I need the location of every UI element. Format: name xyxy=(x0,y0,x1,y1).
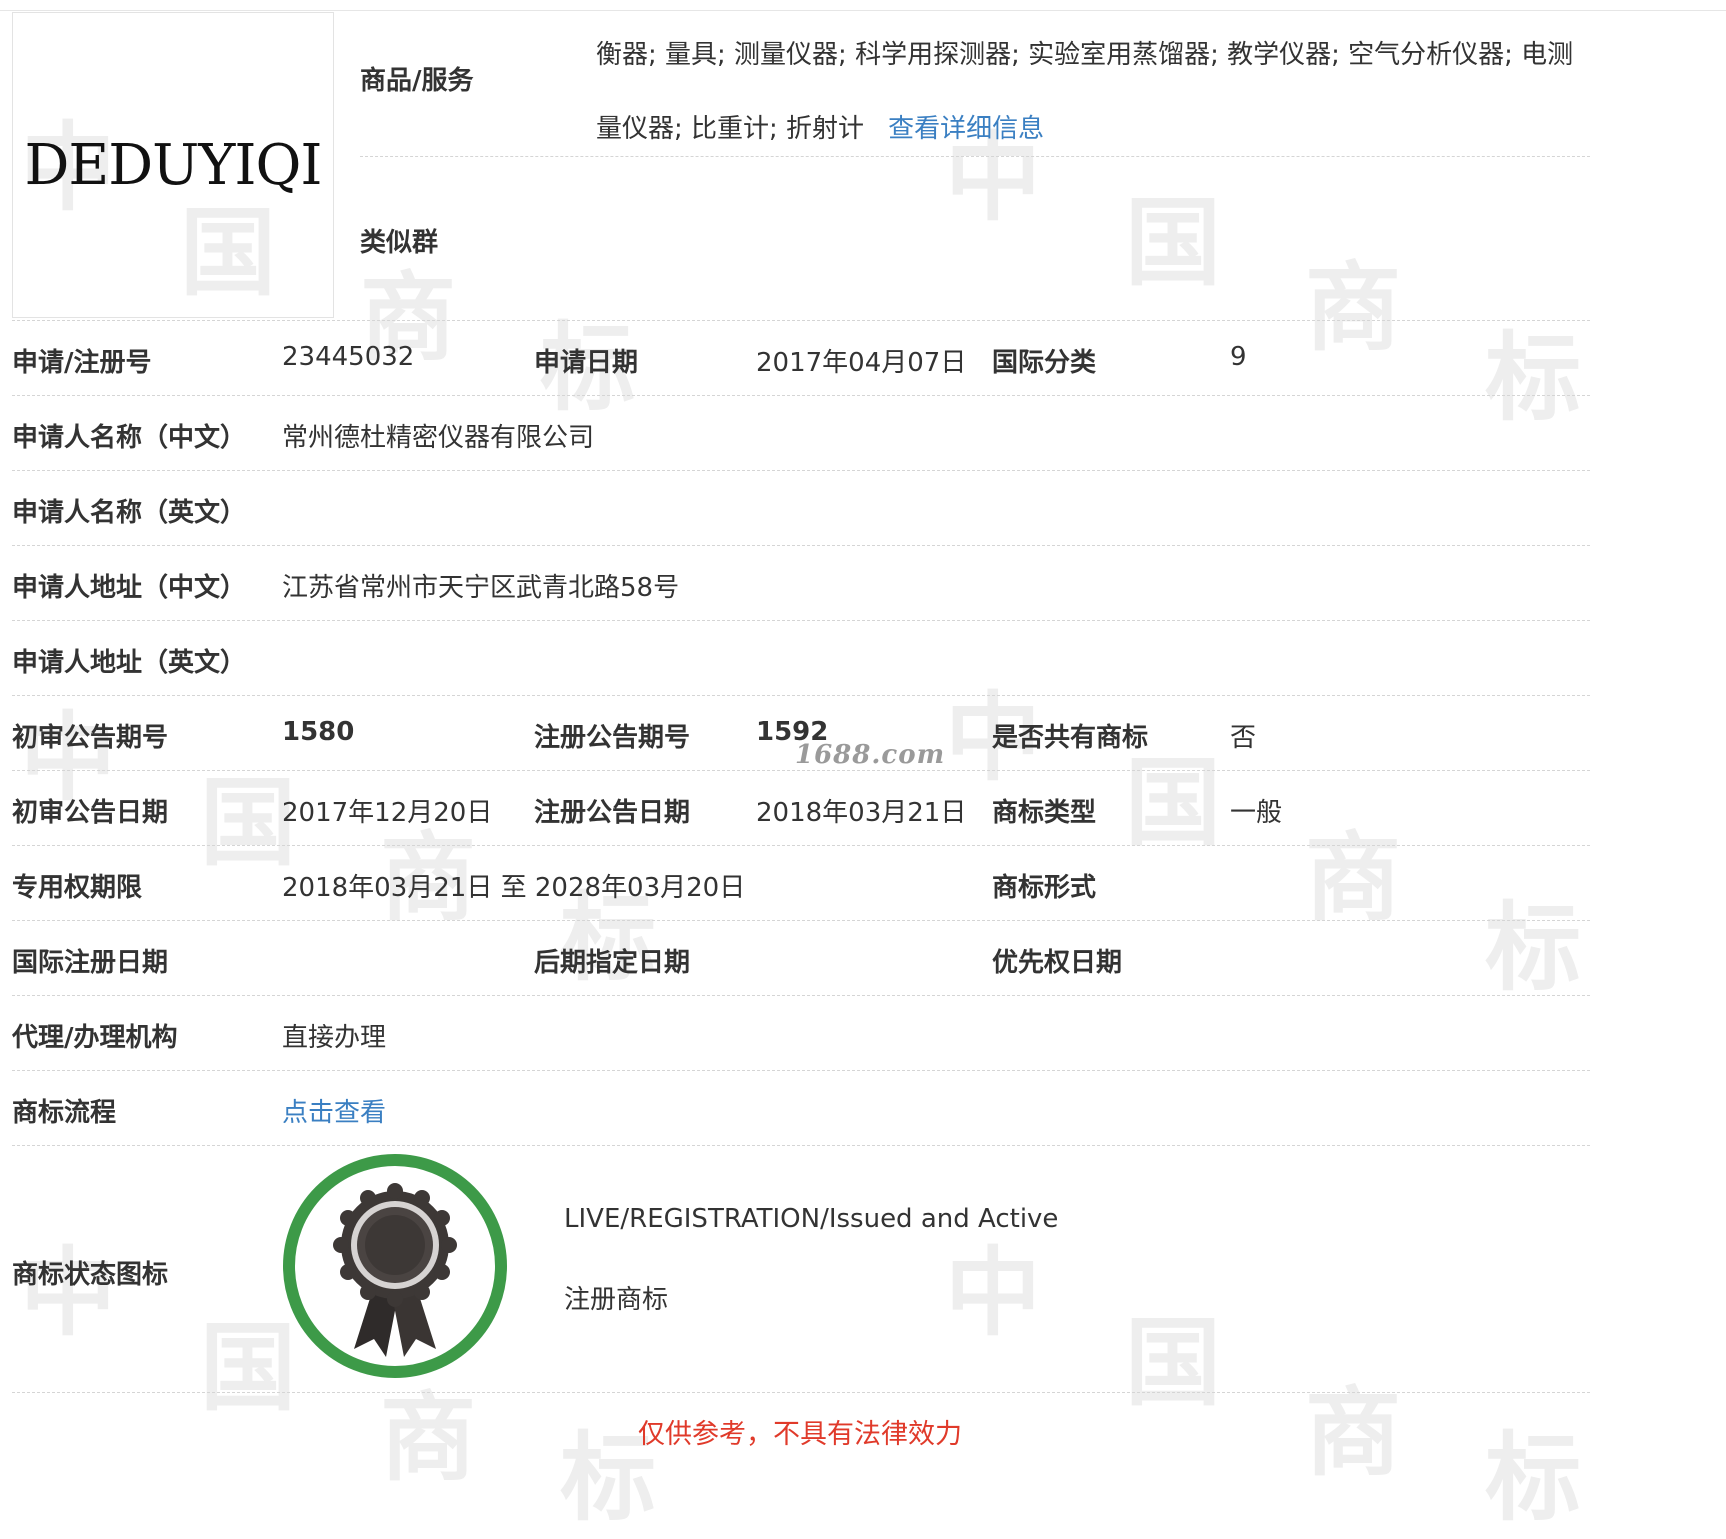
watermark-char: 中 xyxy=(945,1237,1041,1349)
status-english-text: LIVE/REGISTRATION/Issued and Active xyxy=(564,1204,1059,1234)
trademark-process-label: 商标流程 xyxy=(12,1098,117,1128)
reg-date-label: 注册公告日期 xyxy=(534,798,691,828)
applicant-address-cn-value: 江苏省常州市天宁区武青北路58号 xyxy=(282,573,680,603)
status-icon-label: 商标状态图标 xyxy=(12,1260,169,1290)
goods-services-value: 衡器; 量具; 测量仪器; 科学用探测器; 实验室用蒸馏器; 教学仪器; 空气分… xyxy=(596,18,1596,166)
prelim-issue-value: 1580 xyxy=(282,717,355,747)
row-divider xyxy=(12,845,1590,846)
watermark-char: 商 xyxy=(1305,822,1401,934)
priority-date-label: 优先权日期 xyxy=(992,948,1123,978)
row-divider xyxy=(12,770,1590,771)
status-chinese-text: 注册商标 xyxy=(564,1285,669,1315)
row-divider xyxy=(12,470,1590,471)
row-divider xyxy=(12,395,1590,396)
applicant-name-en-label: 申请人名称（英文） xyxy=(12,498,247,528)
watermark-char: 国 xyxy=(1125,1307,1221,1419)
intl-reg-date-label: 国际注册日期 xyxy=(12,948,169,978)
mark-type-label: 商标类型 xyxy=(992,798,1097,828)
award-ribbon-icon xyxy=(283,1154,507,1378)
applicant-name-cn-label: 申请人名称（中文） xyxy=(12,423,247,453)
later-designation-label: 后期指定日期 xyxy=(534,948,691,978)
top-divider xyxy=(0,10,1726,11)
row-divider xyxy=(12,695,1590,696)
agency-value: 直接办理 xyxy=(282,1023,387,1053)
reg-no-value: 23445032 xyxy=(282,342,415,372)
mark-type-value: 一般 xyxy=(1230,798,1283,828)
row-divider xyxy=(12,1070,1590,1071)
apply-date-value: 2017年04月07日 xyxy=(756,348,967,378)
goods-services-text: 衡器; 量具; 测量仪器; 科学用探测器; 实验室用蒸馏器; 教学仪器; 空气分… xyxy=(596,40,1574,144)
row-divider xyxy=(12,1145,1590,1146)
row-divider xyxy=(12,920,1590,921)
exclusive-period-value: 2018年03月21日 至 2028年03月20日 xyxy=(282,873,746,903)
watermark-char: 国 xyxy=(1125,187,1221,299)
shared-mark-label: 是否共有商标 xyxy=(992,723,1149,753)
watermark-char: 标 xyxy=(1485,892,1581,1004)
prelim-date-value: 2017年12月20日 xyxy=(282,798,493,828)
prelim-date-label: 初审公告日期 xyxy=(12,798,169,828)
legal-disclaimer: 仅供参考，不具有法律效力 xyxy=(638,1419,962,1450)
applicant-address-cn-label: 申请人地址（中文） xyxy=(12,573,247,603)
prelim-issue-label: 初审公告期号 xyxy=(12,723,169,753)
mark-form-label: 商标形式 xyxy=(992,873,1097,903)
view-process-link[interactable]: 点击查看 xyxy=(282,1092,386,1129)
apply-date-label: 申请日期 xyxy=(534,348,639,378)
row-divider xyxy=(12,1392,1590,1393)
exclusive-period-label: 专用权期限 xyxy=(12,873,143,903)
agency-label: 代理/办理机构 xyxy=(12,1023,178,1053)
trademark-logo-text: DEDUYIQI xyxy=(24,132,323,198)
applicant-address-en-label: 申请人地址（英文） xyxy=(12,648,247,678)
reg-date-value: 2018年03月21日 xyxy=(756,798,967,828)
view-details-link[interactable]: 查看详细信息 xyxy=(888,114,1044,144)
intl-class-value: 9 xyxy=(1230,342,1247,372)
row-divider xyxy=(12,320,1590,321)
trademark-logo-image: DEDUYIQI xyxy=(12,12,334,318)
row-divider xyxy=(12,995,1590,996)
intl-class-label: 国际分类 xyxy=(992,348,1097,378)
site-watermark: 1688.com xyxy=(795,740,946,770)
watermark-char: 商 xyxy=(1305,252,1401,364)
row-divider xyxy=(12,545,1590,546)
applicant-name-cn-value: 常州德杜精密仪器有限公司 xyxy=(282,423,595,453)
similar-group-label: 类似群 xyxy=(360,228,439,258)
reg-no-label: 申请/注册号 xyxy=(12,348,152,378)
goods-services-label: 商品/服务 xyxy=(360,66,474,96)
row-divider xyxy=(12,620,1590,621)
row-divider xyxy=(360,156,1590,157)
reg-issue-label: 注册公告期号 xyxy=(534,723,691,753)
shared-mark-value: 否 xyxy=(1230,723,1257,753)
